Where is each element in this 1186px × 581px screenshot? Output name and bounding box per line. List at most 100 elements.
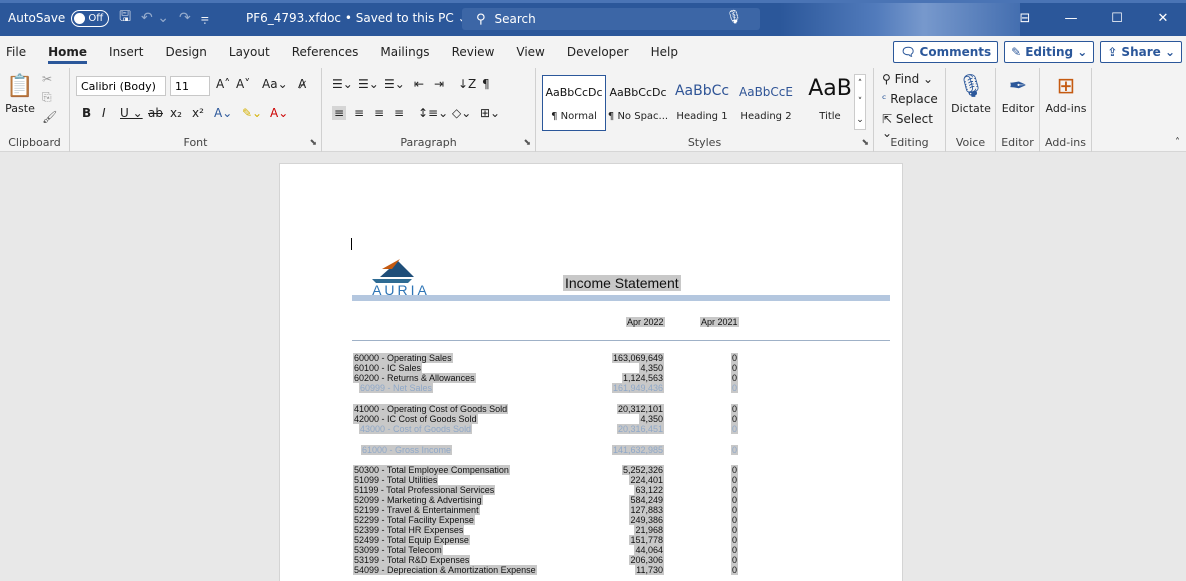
strikethrough-icon[interactable]: ab	[148, 106, 163, 120]
style-sample: AaBbCcDc	[609, 86, 667, 99]
document-page[interactable]: AURIA Income Statement Apr 2022 Apr 2021…	[279, 163, 903, 581]
tab-home[interactable]: Home	[37, 36, 98, 68]
increase-indent-icon[interactable]: ⇥	[434, 77, 444, 91]
font-size-select[interactable]: 11	[170, 76, 210, 96]
grow-font-icon[interactable]: A˄	[216, 77, 230, 91]
shading-icon[interactable]: ◇⌄	[452, 106, 471, 120]
line-spacing-icon[interactable]: ↕≡⌄	[418, 106, 448, 120]
style-normal[interactable]: AaBbCcDc ¶ Normal	[542, 75, 606, 131]
minimize-icon[interactable]: —	[1048, 0, 1094, 36]
underline-icon[interactable]: U ⌄	[120, 106, 143, 120]
tab-view[interactable]: View	[505, 36, 555, 68]
customize-qat-icon[interactable]: ⩦	[201, 10, 209, 26]
current-value: 11,730	[635, 565, 664, 575]
clear-formatting-icon[interactable]: A̷	[298, 77, 306, 91]
tab-design[interactable]: Design	[154, 36, 217, 68]
style-heading-2[interactable]: AaBbCcE Heading 2	[734, 75, 798, 131]
text-effects-icon[interactable]: A⌄	[214, 106, 232, 120]
undo-icon[interactable]: ↶ ⌄	[141, 10, 169, 26]
tab-developer[interactable]: Developer	[556, 36, 640, 68]
subscript-icon[interactable]: x₂	[170, 106, 182, 120]
current-value: 127,883	[629, 505, 664, 515]
document-name[interactable]: PF6_4793.xfdoc • Saved to this PC ⌄	[246, 0, 468, 36]
paragraph-dialog-launcher-icon[interactable]: ⬊	[523, 138, 531, 148]
table-row: 52099 - Marketing & Advertising 584,249 0	[280, 495, 904, 505]
share-button[interactable]: ⇪ Share ⌄	[1100, 41, 1182, 63]
font-group-label: Font	[183, 136, 208, 149]
cut-icon[interactable]: ✂	[42, 72, 52, 86]
collapse-ribbon-icon[interactable]: ˄	[1175, 137, 1180, 148]
borders-icon[interactable]: ⊞⌄	[480, 106, 500, 120]
prior-value: 0	[730, 465, 738, 475]
header-rule	[352, 340, 890, 341]
addins-button[interactable]: ⊞ Add-ins	[1044, 72, 1088, 132]
column-header-current: Apr 2022	[626, 317, 665, 327]
pencil-icon: ✎	[1011, 45, 1022, 59]
style-title[interactable]: AaB Title	[798, 75, 862, 131]
font-dialog-launcher-icon[interactable]: ⬊	[309, 138, 317, 148]
prior-value: 0	[730, 363, 738, 373]
numbering-icon[interactable]: ☰⌄	[358, 77, 379, 91]
dictate-button[interactable]: 🎙 Dictate	[949, 72, 993, 132]
show-formatting-icon[interactable]: ¶	[482, 77, 490, 91]
tab-layout[interactable]: Layout	[218, 36, 281, 68]
microphone-icon[interactable]: 🎙	[725, 10, 742, 25]
highlight-color-icon[interactable]: ✎⌄	[242, 106, 262, 120]
shrink-font-icon[interactable]: A˅	[236, 77, 250, 91]
account-name: 53099 - Total Telecom	[353, 545, 443, 555]
find-button[interactable]: ⚲ Find ⌄	[882, 72, 933, 86]
redo-icon[interactable]: ↷	[179, 10, 191, 26]
style-name: Heading 2	[740, 111, 792, 122]
align-right-icon[interactable]: ≡	[374, 106, 384, 120]
tab-review[interactable]: Review	[441, 36, 506, 68]
tab-mailings[interactable]: Mailings	[369, 36, 440, 68]
current-value: 5,252,326	[621, 465, 664, 475]
tab-references[interactable]: References	[281, 36, 370, 68]
current-value: 249,386	[629, 515, 664, 525]
styles-scroll-icon[interactable]: ˄ ˅ ⌄	[854, 74, 866, 130]
italic-icon[interactable]: I	[102, 106, 106, 120]
font-color-icon[interactable]: A⌄	[270, 106, 288, 120]
justify-icon[interactable]: ≡	[394, 106, 404, 120]
prior-value: 0	[730, 373, 738, 383]
paste-icon: 📋	[6, 74, 34, 99]
paragraph-group: ☰⌄ ☰⌄ ☰⌄ ⇤ ⇥ ↓Z ¶ ≡ ≡ ≡ ≡ ↕≡⌄ ◇⌄ ⊞⌄ Para…	[322, 68, 536, 152]
tab-file[interactable]: File	[0, 36, 37, 68]
subtotal-row: 60999 - Net Sales 161,949,436 0	[280, 383, 904, 393]
editor-button[interactable]: ✒ Editor	[996, 72, 1040, 132]
ribbon-display-icon[interactable]: ⊟	[1002, 0, 1048, 36]
align-left-icon[interactable]: ≡	[332, 106, 347, 120]
save-icon[interactable]: 🖫	[119, 6, 131, 30]
autosave-control[interactable]: AutoSave Off	[8, 9, 110, 27]
align-center-icon[interactable]: ≡	[354, 106, 364, 120]
replace-button[interactable]: ᶜ Replace	[882, 92, 938, 106]
decrease-indent-icon[interactable]: ⇤	[414, 77, 424, 91]
addins-group: ⊞ Add-ins Add-ins	[1040, 68, 1092, 152]
maximize-icon[interactable]: ☐	[1094, 0, 1140, 36]
close-icon[interactable]: ✕	[1140, 0, 1186, 36]
format-painter-icon[interactable]: 🖌	[42, 110, 57, 124]
change-case-icon[interactable]: Aa⌄	[262, 77, 288, 91]
copy-icon[interactable]: ⎘	[42, 90, 52, 105]
styles-dialog-launcher-icon[interactable]: ⬊	[861, 138, 869, 148]
style-name: ¶ No Spac...	[607, 111, 669, 122]
account-name: 60100 - IC Sales	[353, 363, 423, 373]
autosave-toggle[interactable]: Off	[71, 9, 110, 27]
prior-value: 0	[730, 535, 738, 545]
editing-mode-button[interactable]: ✎ Editing ⌄	[1004, 41, 1095, 63]
font-family-select[interactable]: Calibri (Body)	[76, 76, 166, 96]
prior-value: 0	[730, 404, 738, 414]
style-no-spacing[interactable]: AaBbCcDc ¶ No Spac...	[606, 75, 670, 131]
share-label: Share ⌄	[1121, 45, 1175, 59]
sort-icon[interactable]: ↓Z	[458, 77, 476, 91]
comments-button[interactable]: 🗨 Comments	[893, 41, 999, 63]
bullets-icon[interactable]: ☰⌄	[332, 77, 353, 91]
tab-help[interactable]: Help	[640, 36, 689, 68]
tab-insert[interactable]: Insert	[98, 36, 154, 68]
bold-icon[interactable]: B	[82, 106, 91, 120]
style-heading-1[interactable]: AaBbCc Heading 1	[670, 75, 734, 131]
superscript-icon[interactable]: x²	[192, 106, 204, 120]
paste-button[interactable]: 📋 Paste	[4, 72, 36, 132]
search-box[interactable]: ⚲ Search 🎙	[462, 8, 760, 30]
multilevel-list-icon[interactable]: ☰⌄	[384, 77, 405, 91]
